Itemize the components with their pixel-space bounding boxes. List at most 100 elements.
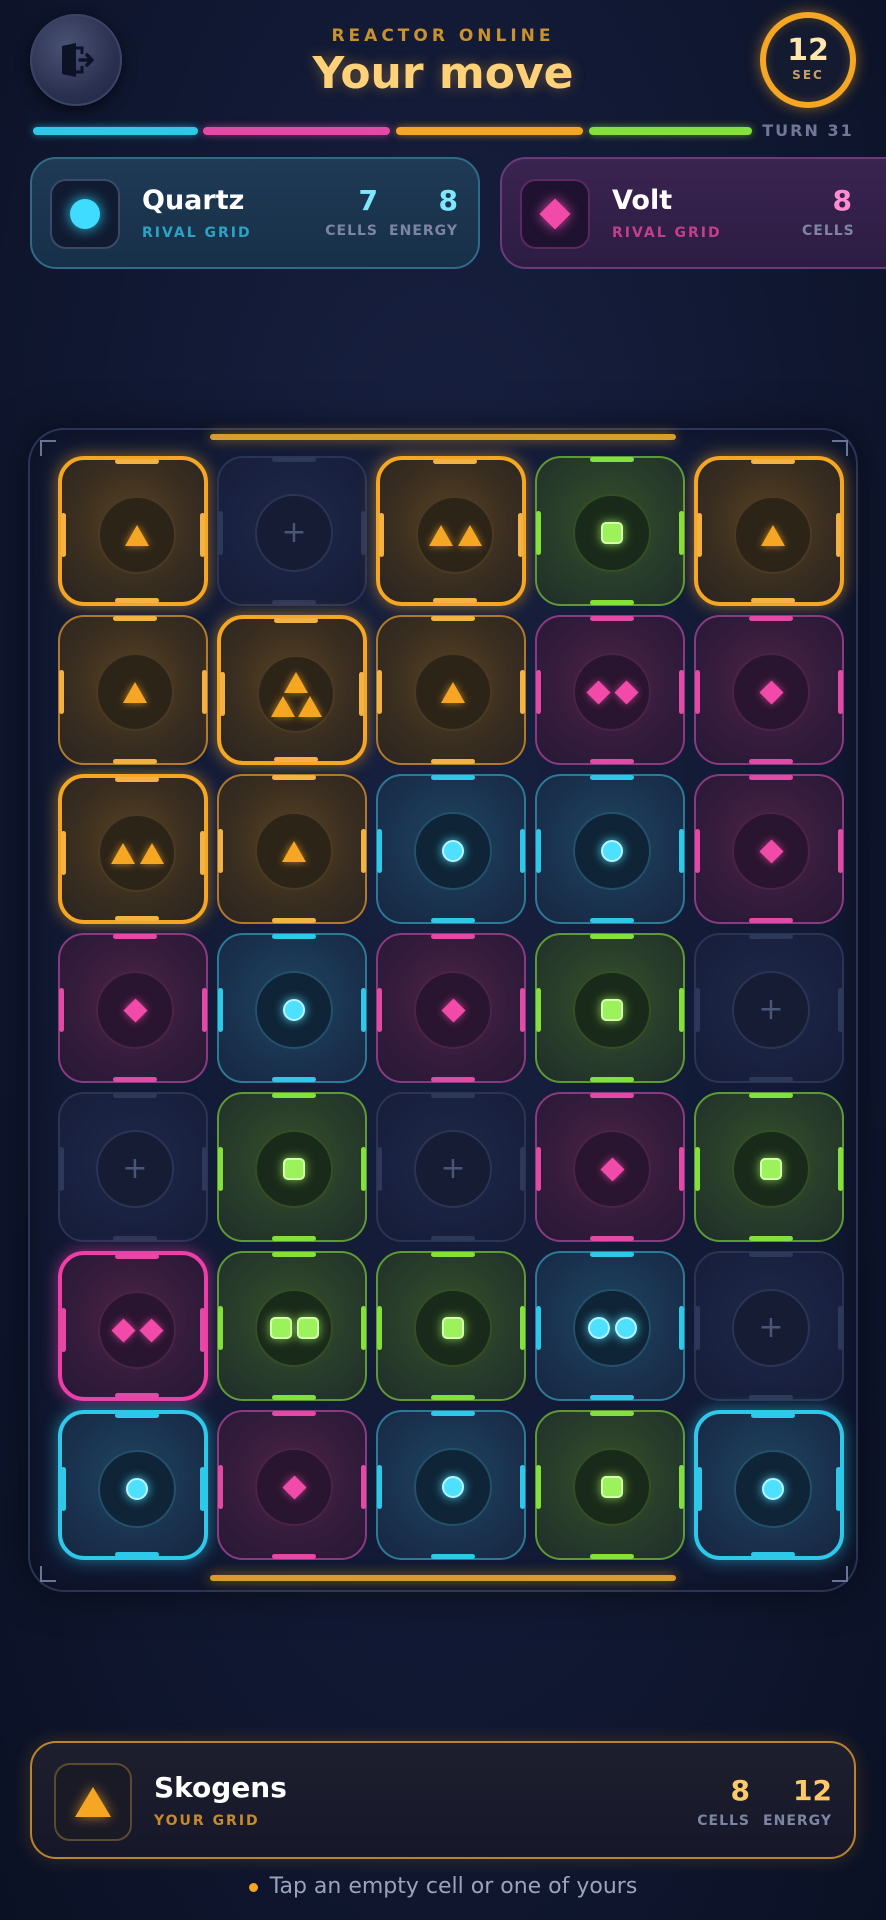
cell-edge-marker [679, 829, 684, 873]
blue-cell[interactable] [694, 1410, 844, 1560]
orange-cell[interactable] [58, 456, 208, 606]
orange-cell[interactable] [58, 774, 208, 924]
cell-edge-marker [433, 598, 477, 603]
cell-core [573, 1289, 651, 1367]
cell-edge-marker [679, 1306, 684, 1350]
cell-edge-marker [590, 1077, 634, 1082]
green-cell[interactable] [535, 933, 685, 1083]
cell-edge-marker [838, 829, 843, 873]
orange-cell[interactable] [376, 456, 526, 606]
diamond-icon [758, 838, 784, 864]
empty-cell[interactable]: + [217, 456, 367, 606]
cell-edge-marker [431, 1395, 475, 1400]
triangle-icon [125, 524, 149, 546]
blue-cell[interactable] [376, 1410, 526, 1560]
cell-edge-marker [590, 1236, 634, 1241]
cell-edge-marker [59, 1147, 64, 1191]
dot-icon [283, 999, 305, 1021]
cell-edge-marker [200, 1308, 205, 1352]
cell-edge-marker [113, 1236, 157, 1241]
cell-edge-marker [61, 831, 66, 875]
square-icon [296, 1317, 319, 1339]
cell-edge-marker [61, 513, 66, 557]
cell-edge-marker [379, 513, 384, 557]
cell-core: + [732, 971, 810, 1049]
cell-core [573, 812, 651, 890]
cell-edge-marker [272, 1252, 316, 1257]
cell-edge-marker [115, 916, 159, 921]
blue-cell[interactable] [217, 933, 367, 1083]
cell-edge-marker [377, 1465, 382, 1509]
cell-core [734, 496, 812, 574]
cell-edge-marker [61, 1467, 66, 1511]
dot-icon [614, 1317, 637, 1339]
green-cell[interactable] [535, 1410, 685, 1560]
square-icon [601, 1476, 623, 1498]
green-cell[interactable] [376, 1251, 526, 1401]
pink-cell[interactable] [58, 1251, 208, 1401]
cells-stat: 7 CELLS [325, 185, 378, 240]
square-icon [442, 1317, 464, 1339]
cell-edge-marker [361, 511, 366, 555]
pink-cell[interactable] [694, 774, 844, 924]
blue-cell[interactable] [535, 1251, 685, 1401]
orange-cell[interactable] [694, 456, 844, 606]
cell-core [414, 971, 492, 1049]
cell-edge-marker [695, 1306, 700, 1350]
cell-edge-marker [749, 1236, 793, 1241]
pink-cell[interactable] [694, 615, 844, 765]
cell-edge-marker [61, 1308, 66, 1352]
green-cell[interactable] [217, 1251, 367, 1401]
cell-edge-marker [536, 1306, 541, 1350]
empty-cell[interactable]: + [694, 933, 844, 1083]
cell-edge-marker [272, 1093, 316, 1098]
cell-core [98, 1450, 176, 1528]
cell-edge-marker [200, 513, 205, 557]
green-cell[interactable] [535, 456, 685, 606]
cell-edge-marker [590, 918, 634, 923]
blue-cell[interactable] [535, 774, 685, 924]
cell-edge-marker [115, 777, 159, 782]
orange-cell[interactable] [217, 774, 367, 924]
empty-cell[interactable]: + [58, 1092, 208, 1242]
player-bar-blue [33, 127, 198, 135]
cell-edge-marker [272, 1077, 316, 1082]
pink-cell[interactable] [535, 1092, 685, 1242]
green-cell[interactable] [694, 1092, 844, 1242]
orange-cell[interactable] [217, 615, 367, 765]
cell-edge-marker [536, 829, 541, 873]
pink-cell[interactable] [217, 1410, 367, 1560]
square-icon [269, 1317, 292, 1339]
empty-cell[interactable]: + [694, 1251, 844, 1401]
cell-edge-marker [520, 988, 525, 1032]
cell-edge-marker [59, 988, 64, 1032]
pink-cell[interactable] [535, 615, 685, 765]
cell-edge-marker [113, 934, 157, 939]
cell-edge-marker [200, 1467, 205, 1511]
rival-card-quartz[interactable]: Quartz RIVAL GRID 7 CELLS 8 ENERGY [30, 157, 480, 269]
pink-cell[interactable] [58, 933, 208, 1083]
cell-edge-marker [202, 988, 207, 1032]
cells-stat: 8 CELLS [697, 1775, 750, 1830]
plus-icon: + [122, 1151, 148, 1186]
cell-edge-marker [433, 459, 477, 464]
blue-cell[interactable] [58, 1410, 208, 1560]
player-avatar [54, 1763, 132, 1841]
cell-edge-marker [838, 1306, 843, 1350]
rival-card-volt[interactable]: Volt RIVAL GRID 8 CELLS EN [500, 157, 886, 269]
orange-cell[interactable] [376, 615, 526, 765]
triangle-row [270, 695, 322, 717]
cell-edge-marker [679, 988, 684, 1032]
empty-cell[interactable]: + [376, 1092, 526, 1242]
blue-cell[interactable] [376, 774, 526, 924]
cell-edge-marker [272, 918, 316, 923]
pink-cell[interactable] [376, 933, 526, 1083]
cell-core [257, 655, 335, 733]
cell-edge-marker [431, 1411, 475, 1416]
cell-edge-marker [536, 670, 541, 714]
cell-edge-marker [202, 670, 207, 714]
cell-edge-marker [536, 511, 541, 555]
cell-edge-marker [536, 988, 541, 1032]
orange-cell[interactable] [58, 615, 208, 765]
green-cell[interactable] [217, 1092, 367, 1242]
